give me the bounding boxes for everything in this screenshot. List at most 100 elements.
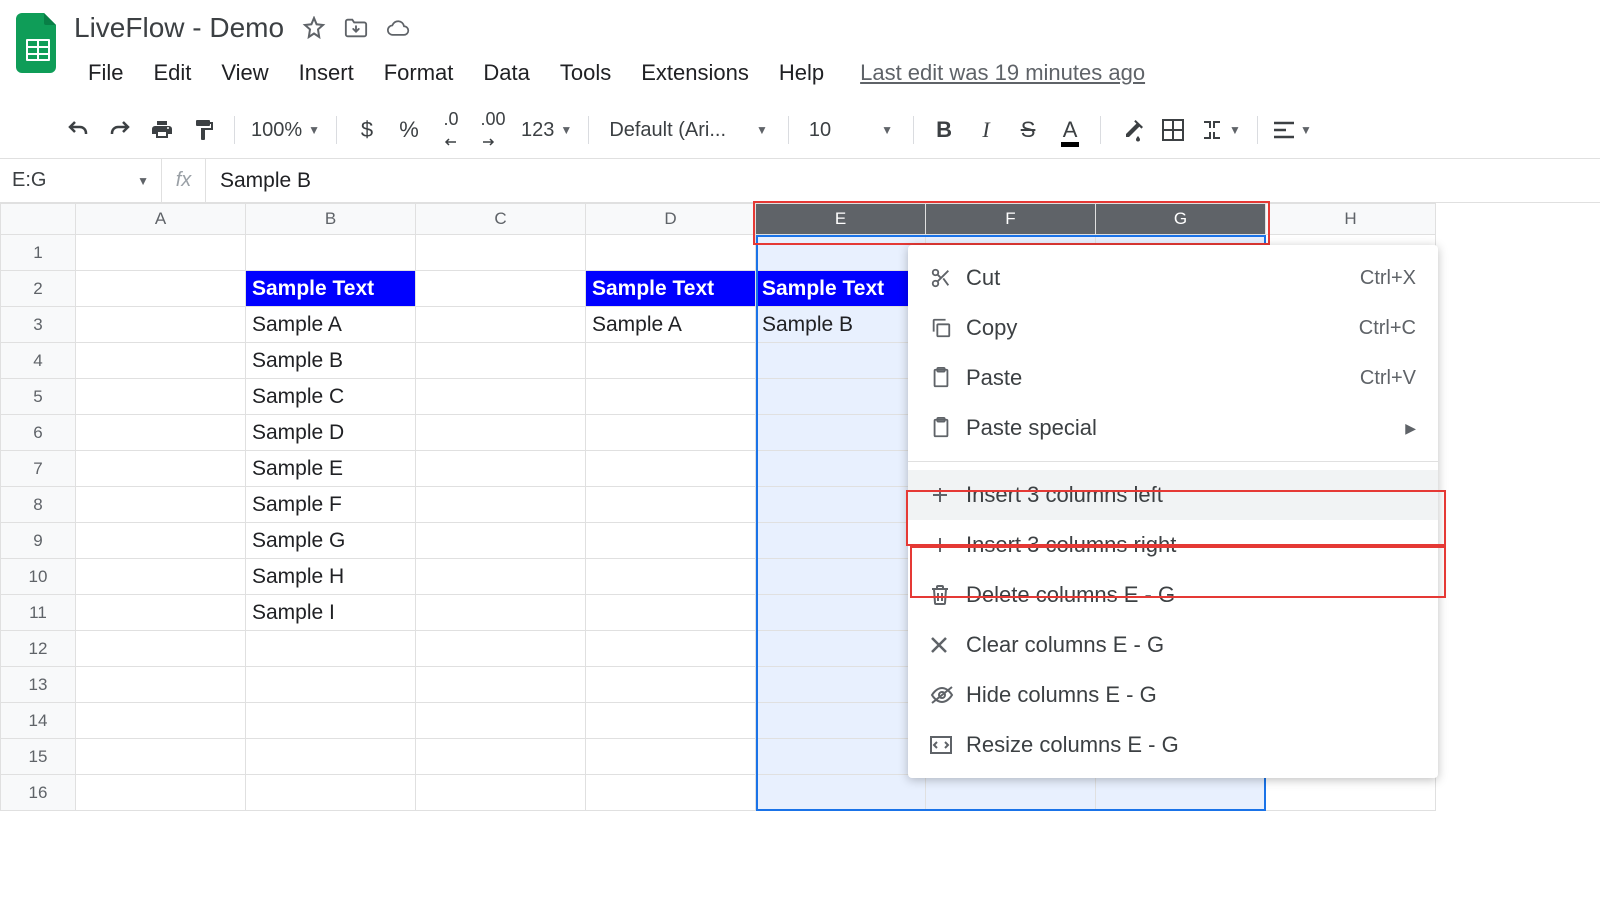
cell-D7[interactable] [586,451,756,487]
cell-H16[interactable] [1266,775,1436,811]
ctx-insert-right[interactable]: Insert 3 columns right [908,520,1438,570]
cell-E8[interactable] [756,487,926,523]
ctx-insert-left[interactable]: Insert 3 columns left [908,470,1438,520]
cell-C10[interactable] [416,559,586,595]
cell-F16[interactable] [926,775,1096,811]
row-header-15[interactable]: 15 [0,739,76,775]
ctx-paste-special[interactable]: Paste special ▶ [908,403,1438,453]
cell-A9[interactable] [76,523,246,559]
cell-E13[interactable] [756,667,926,703]
cell-D5[interactable] [586,379,756,415]
cell-D15[interactable] [586,739,756,775]
zoom-select[interactable]: 100%▼ [245,119,326,142]
cell-B4[interactable]: Sample B [246,343,416,379]
row-header-16[interactable]: 16 [0,775,76,811]
menu-insert[interactable]: Insert [285,54,368,92]
cell-E7[interactable] [756,451,926,487]
fill-color-button[interactable] [1111,112,1151,148]
star-icon[interactable] [302,16,326,40]
col-header-B[interactable]: B [246,203,416,235]
cell-D1[interactable] [586,235,756,271]
cell-C6[interactable] [416,415,586,451]
cell-A16[interactable] [76,775,246,811]
cell-D9[interactable] [586,523,756,559]
ctx-cut[interactable]: Cut Ctrl+X [908,253,1438,303]
cell-D8[interactable] [586,487,756,523]
cell-C2[interactable] [416,271,586,307]
cell-B8[interactable]: Sample F [246,487,416,523]
last-edit-link[interactable]: Last edit was 19 minutes ago [860,60,1145,86]
bold-button[interactable]: B [924,112,964,148]
redo-button[interactable] [100,112,140,148]
cell-D12[interactable] [586,631,756,667]
cell-A4[interactable] [76,343,246,379]
menu-data[interactable]: Data [469,54,543,92]
col-header-H[interactable]: H [1266,203,1436,235]
formula-input[interactable]: Sample B [206,159,1600,202]
cell-E1[interactable] [756,235,926,271]
cell-D16[interactable] [586,775,756,811]
cell-D10[interactable] [586,559,756,595]
currency-button[interactable]: $ [347,112,387,148]
row-header-7[interactable]: 7 [0,451,76,487]
cell-B9[interactable]: Sample G [246,523,416,559]
cell-B14[interactable] [246,703,416,739]
menu-file[interactable]: File [74,54,137,92]
menu-view[interactable]: View [207,54,282,92]
ctx-paste[interactable]: Paste Ctrl+V [908,353,1438,403]
row-header-14[interactable]: 14 [0,703,76,739]
sheets-logo[interactable] [12,8,64,78]
cell-E6[interactable] [756,415,926,451]
cell-A5[interactable] [76,379,246,415]
ctx-copy[interactable]: Copy Ctrl+C [908,303,1438,353]
col-header-D[interactable]: D [586,203,756,235]
row-header-12[interactable]: 12 [0,631,76,667]
cell-E11[interactable] [756,595,926,631]
cell-A6[interactable] [76,415,246,451]
decrease-decimal-button[interactable]: .0 [431,112,471,148]
row-header-5[interactable]: 5 [0,379,76,415]
cell-B3[interactable]: Sample A [246,307,416,343]
row-header-1[interactable]: 1 [0,235,76,271]
print-button[interactable] [142,112,182,148]
row-header-8[interactable]: 8 [0,487,76,523]
cell-A13[interactable] [76,667,246,703]
cell-A3[interactable] [76,307,246,343]
cell-C5[interactable] [416,379,586,415]
cell-C4[interactable] [416,343,586,379]
cell-B10[interactable]: Sample H [246,559,416,595]
cell-A1[interactable] [76,235,246,271]
percent-button[interactable]: % [389,112,429,148]
font-select[interactable]: Default (Ari...▼ [599,119,778,142]
cell-E4[interactable] [756,343,926,379]
text-color-button[interactable]: A [1050,112,1090,148]
cell-C1[interactable] [416,235,586,271]
undo-button[interactable] [58,112,98,148]
cell-D2[interactable]: Sample Text [586,271,756,307]
cell-B5[interactable]: Sample C [246,379,416,415]
paint-format-button[interactable] [184,112,224,148]
move-folder-icon[interactable] [344,16,368,40]
row-header-11[interactable]: 11 [0,595,76,631]
cell-B16[interactable] [246,775,416,811]
cell-A8[interactable] [76,487,246,523]
fontsize-select[interactable]: 10▼ [799,119,903,142]
cell-B15[interactable] [246,739,416,775]
cell-D14[interactable] [586,703,756,739]
cell-C13[interactable] [416,667,586,703]
col-header-E[interactable]: E [756,203,926,235]
cell-A7[interactable] [76,451,246,487]
menu-extensions[interactable]: Extensions [627,54,763,92]
cell-B12[interactable] [246,631,416,667]
align-button[interactable]: ▼ [1268,121,1318,139]
increase-decimal-button[interactable]: .00 [473,112,513,148]
cell-C11[interactable] [416,595,586,631]
cell-B11[interactable]: Sample I [246,595,416,631]
cell-D3[interactable]: Sample A [586,307,756,343]
cell-C8[interactable] [416,487,586,523]
cell-C3[interactable] [416,307,586,343]
cell-E12[interactable] [756,631,926,667]
col-header-F[interactable]: F [926,203,1096,235]
cell-A14[interactable] [76,703,246,739]
ctx-delete[interactable]: Delete columns E - G [908,570,1438,620]
